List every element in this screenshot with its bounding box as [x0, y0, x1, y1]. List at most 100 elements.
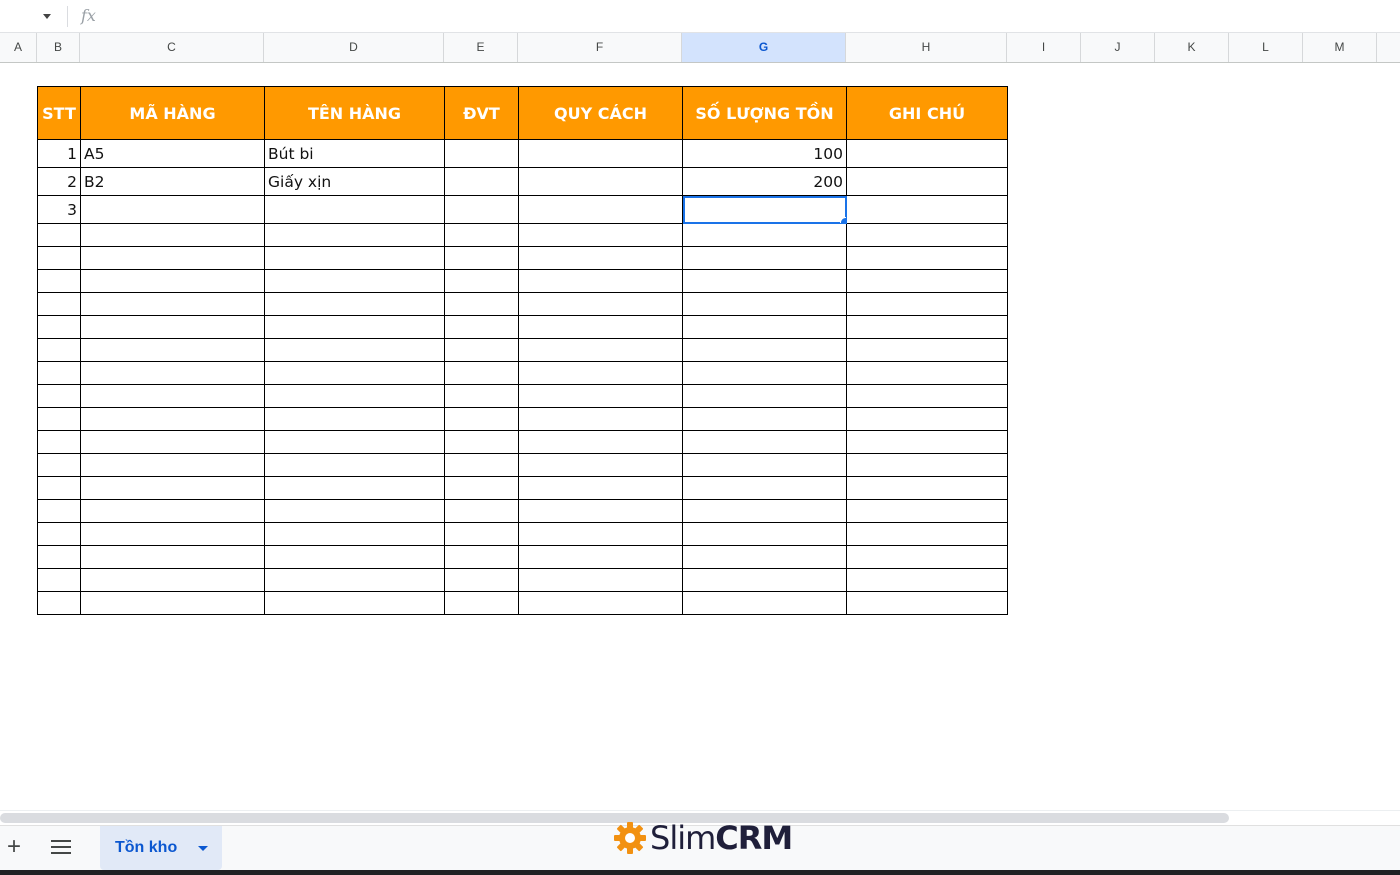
cell-so-luong-ton[interactable]: 100 — [682, 139, 847, 168]
cell-ghi-chu[interactable] — [846, 195, 1008, 224]
cell-ghi-chu[interactable] — [846, 139, 1008, 168]
cell-ma-hang[interactable] — [80, 338, 265, 362]
cell-quy-cach[interactable] — [518, 522, 683, 546]
cell-ten-hang[interactable] — [264, 545, 445, 569]
cell-dvt[interactable] — [444, 591, 519, 615]
cell-stt[interactable] — [37, 430, 81, 454]
cell-quy-cach[interactable] — [518, 499, 683, 523]
cell-ghi-chu[interactable] — [846, 476, 1008, 500]
cell-dvt[interactable] — [444, 453, 519, 477]
cell-dvt[interactable] — [444, 292, 519, 316]
header-so-luong-ton[interactable]: SỐ LƯỢNG TỒN — [682, 86, 847, 140]
column-header-d[interactable]: D — [264, 33, 444, 62]
column-header-m[interactable]: M — [1303, 33, 1377, 62]
cell-ghi-chu[interactable] — [846, 522, 1008, 546]
cell-ghi-chu[interactable] — [846, 384, 1008, 408]
cell-ten-hang[interactable] — [264, 269, 445, 293]
cell-ten-hang[interactable] — [264, 361, 445, 385]
cell-quy-cach[interactable] — [518, 269, 683, 293]
cell-quy-cach[interactable] — [518, 568, 683, 592]
cell-ma-hang[interactable]: A5 — [80, 139, 265, 168]
cell-stt[interactable] — [37, 338, 81, 362]
cell-quy-cach[interactable] — [518, 430, 683, 454]
cell-ten-hang[interactable] — [264, 292, 445, 316]
selected-cell[interactable] — [682, 195, 847, 224]
cell-stt[interactable] — [37, 384, 81, 408]
cell-dvt[interactable] — [444, 195, 519, 224]
cell-ma-hang[interactable] — [80, 476, 265, 500]
cell-ten-hang[interactable]: Bút bi — [264, 139, 445, 168]
cell-dvt[interactable] — [444, 568, 519, 592]
cell-quy-cach[interactable] — [518, 167, 683, 196]
column-header-a[interactable]: A — [0, 33, 37, 62]
cell-ma-hang[interactable] — [80, 195, 265, 224]
cell-quy-cach[interactable] — [518, 315, 683, 339]
cell-quy-cach[interactable] — [518, 591, 683, 615]
column-header-h[interactable]: H — [846, 33, 1007, 62]
cell-dvt[interactable] — [444, 315, 519, 339]
column-header-e[interactable]: E — [444, 33, 518, 62]
cell-dvt[interactable] — [444, 499, 519, 523]
cell-ghi-chu[interactable] — [846, 292, 1008, 316]
cell-stt[interactable]: 2 — [37, 167, 81, 196]
cell-ghi-chu[interactable] — [846, 453, 1008, 477]
cell-dvt[interactable] — [444, 246, 519, 270]
all-sheets-menu-icon[interactable] — [51, 840, 71, 854]
cell-stt[interactable] — [37, 246, 81, 270]
cell-ma-hang[interactable] — [80, 361, 265, 385]
header-ghi-chu[interactable]: GHI CHÚ — [846, 86, 1008, 140]
cell-so-luong-ton[interactable] — [682, 223, 847, 247]
cell-quy-cach[interactable] — [518, 453, 683, 477]
add-sheet-icon[interactable]: + — [2, 834, 26, 862]
column-header-j[interactable]: J — [1081, 33, 1155, 62]
sheet-tab-dropdown-icon[interactable] — [198, 846, 208, 851]
cell-dvt[interactable] — [444, 167, 519, 196]
cell-ten-hang[interactable] — [264, 591, 445, 615]
cell-stt[interactable] — [37, 522, 81, 546]
header-stt[interactable]: STT — [37, 86, 81, 140]
cell-stt[interactable] — [37, 453, 81, 477]
cell-ma-hang[interactable] — [80, 591, 265, 615]
cell-ma-hang[interactable] — [80, 430, 265, 454]
cell-stt[interactable]: 3 — [37, 195, 81, 224]
cell-ten-hang[interactable] — [264, 476, 445, 500]
cell-stt[interactable]: 1 — [37, 139, 81, 168]
cell-ten-hang[interactable] — [264, 430, 445, 454]
cell-ghi-chu[interactable] — [846, 246, 1008, 270]
cell-dvt[interactable] — [444, 384, 519, 408]
cell-quy-cach[interactable] — [518, 195, 683, 224]
cell-so-luong-ton[interactable] — [682, 591, 847, 615]
cell-dvt[interactable] — [444, 430, 519, 454]
cell-so-luong-ton[interactable] — [682, 315, 847, 339]
cell-ten-hang[interactable] — [264, 223, 445, 247]
cell-ma-hang[interactable] — [80, 453, 265, 477]
header-dvt[interactable]: ĐVT — [444, 86, 519, 140]
cell-quy-cach[interactable] — [518, 338, 683, 362]
cell-ma-hang[interactable] — [80, 223, 265, 247]
cell-ten-hang[interactable] — [264, 246, 445, 270]
cell-ghi-chu[interactable] — [846, 591, 1008, 615]
cell-quy-cach[interactable] — [518, 246, 683, 270]
sheet-grid[interactable]: STT MÃ HÀNG TÊN HÀNG ĐVT QUY CÁCH SỐ LƯỢ… — [0, 63, 1400, 808]
cell-ten-hang[interactable] — [264, 499, 445, 523]
cell-ten-hang[interactable] — [264, 522, 445, 546]
cell-so-luong-ton[interactable] — [682, 407, 847, 431]
cell-so-luong-ton[interactable]: 200 — [682, 167, 847, 196]
cell-so-luong-ton[interactable] — [682, 246, 847, 270]
cell-ten-hang[interactable] — [264, 384, 445, 408]
cell-ghi-chu[interactable] — [846, 499, 1008, 523]
cell-dvt[interactable] — [444, 545, 519, 569]
cell-stt[interactable] — [37, 499, 81, 523]
cell-quy-cach[interactable] — [518, 139, 683, 168]
header-ma-hang[interactable]: MÃ HÀNG — [80, 86, 265, 140]
column-header-f[interactable]: F — [518, 33, 682, 62]
cell-so-luong-ton[interactable] — [682, 453, 847, 477]
cell-ma-hang[interactable] — [80, 545, 265, 569]
cell-dvt[interactable] — [444, 522, 519, 546]
cell-ten-hang[interactable] — [264, 315, 445, 339]
cell-quy-cach[interactable] — [518, 476, 683, 500]
cell-ma-hang[interactable] — [80, 568, 265, 592]
cell-ma-hang[interactable] — [80, 269, 265, 293]
cell-dvt[interactable] — [444, 361, 519, 385]
cell-ma-hang[interactable] — [80, 292, 265, 316]
